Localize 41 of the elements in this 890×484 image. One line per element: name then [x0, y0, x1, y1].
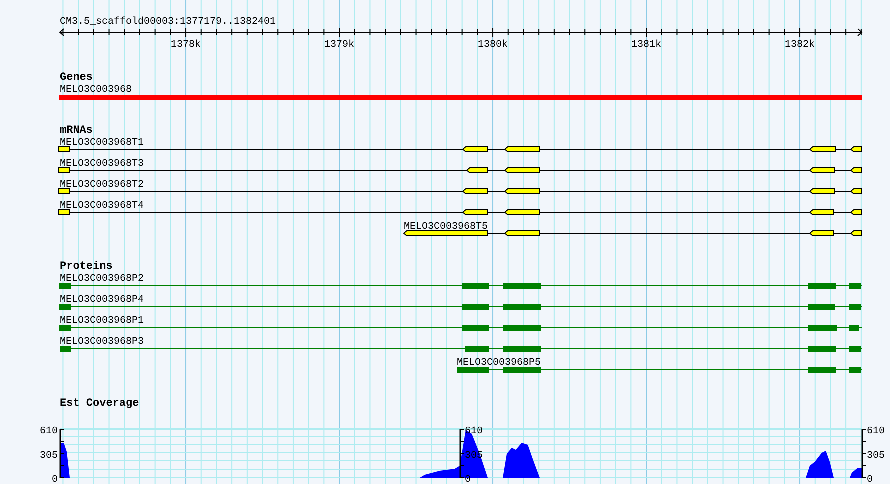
track-title: mRNAs [60, 125, 94, 137]
feature-label[interactable]: MELO3C003968T1 [60, 138, 144, 149]
feature-label[interactable]: MELO3C003968P1 [60, 316, 144, 327]
feature-label[interactable]: MELO3C003968P4 [60, 295, 144, 306]
axis-label: 0 [52, 475, 58, 484]
axis-label: 0 [465, 475, 472, 484]
y-axis [460, 429, 464, 478]
tick-label: 1379k [324, 40, 355, 51]
y-axis [862, 429, 866, 478]
tick-label: 1380k [478, 40, 508, 51]
feature-label[interactable]: MELO3C003968T5 [404, 222, 488, 233]
axis-label: 610 [40, 426, 58, 438]
protein-drawing[interactable] [58, 325, 862, 331]
transcript-drawing[interactable] [58, 210, 862, 216]
feature-label[interactable]: MELO3C003968P3 [60, 337, 144, 348]
axis-label: 305 [40, 450, 58, 462]
feature-label[interactable]: MELO3C003968 [60, 85, 132, 96]
axis-label: 0 [867, 475, 874, 484]
feature-label[interactable]: MELO3C003968P2 [60, 274, 144, 285]
feature-label[interactable]: MELO3C003968T3 [60, 159, 144, 170]
transcript-drawing[interactable] [58, 146, 862, 152]
feature-label[interactable]: MELO3C003968P5 [457, 358, 542, 369]
ruler-label: CM3.5_scaffold00003:1377179..1382401 [60, 17, 276, 28]
transcript-drawing[interactable] [403, 230, 862, 236]
track-title: Genes [60, 72, 94, 84]
track-title: Proteins [60, 261, 113, 273]
tick-label: 1382k [785, 40, 816, 51]
axis-label: 610 [867, 426, 886, 438]
track-title: Est Coverage [60, 398, 140, 410]
tick-label: 1378k [171, 40, 202, 51]
protein-drawing[interactable] [58, 283, 862, 289]
feature-label[interactable]: MELO3C003968T2 [60, 180, 144, 191]
protein-drawing[interactable] [456, 367, 862, 373]
transcript-drawing[interactable] [58, 188, 862, 194]
tick-label: 1381k [632, 40, 662, 51]
y-axis [60, 429, 64, 478]
protein-drawing[interactable] [60, 346, 862, 352]
axis-label: 305 [867, 450, 886, 462]
feature-label[interactable]: MELO3C003968T4 [60, 201, 144, 212]
transcript-drawing[interactable] [58, 168, 862, 174]
protein-drawing[interactable] [58, 304, 862, 310]
